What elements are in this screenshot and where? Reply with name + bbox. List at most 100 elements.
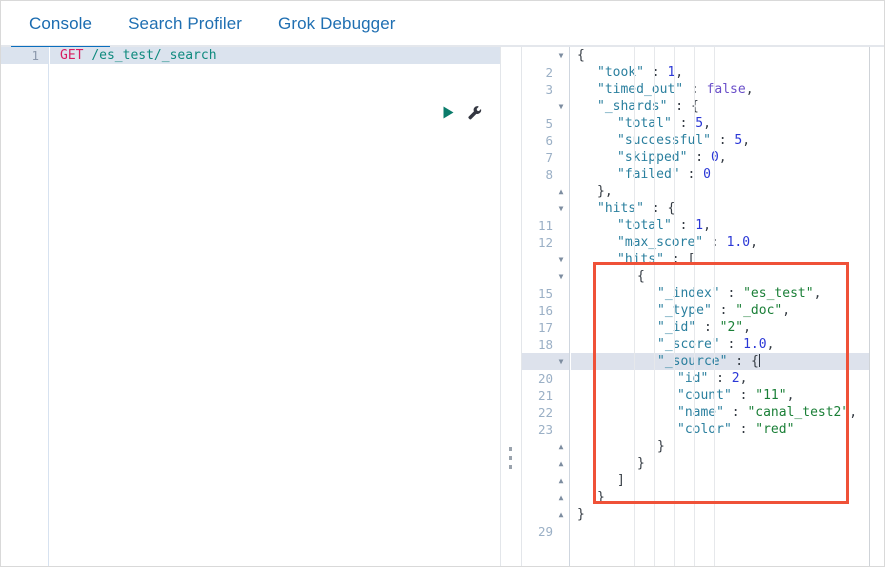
response-line[interactable]: "_index" : "es_test", — [571, 285, 884, 302]
response-line-number: ▼ — [522, 251, 569, 268]
json-value: { — [690, 99, 699, 114]
response-line[interactable]: "name" : "canal_test2", — [571, 404, 884, 421]
fold-up-icon[interactable]: ▲ — [556, 455, 566, 472]
response-line[interactable]: "max_score" : 1.0, — [571, 234, 884, 251]
response-line[interactable]: "id" : 2, — [571, 370, 884, 387]
json-key: "_id" — [657, 320, 697, 335]
json-comma: , — [675, 65, 684, 80]
response-scrollbar[interactable] — [870, 47, 884, 566]
response-line-number: 16 — [537, 303, 553, 318]
response-line[interactable]: "_shards" : { — [571, 98, 884, 115]
json-separator: : — [687, 150, 711, 165]
response-line-number: 17 — [537, 320, 553, 335]
fold-down-icon[interactable]: ▼ — [556, 268, 566, 285]
request-line-number: 1 — [1, 47, 48, 64]
request-editor-pane[interactable]: 1 GET /es_test/_search — [1, 47, 501, 566]
wrench-icon[interactable] — [467, 105, 482, 120]
http-method: GET — [60, 48, 84, 63]
request-path: /es_test/_search — [91, 48, 217, 63]
json-comma: , — [718, 150, 727, 165]
response-line[interactable]: }, — [571, 183, 884, 200]
response-line[interactable]: "successful" : 5, — [571, 132, 884, 149]
response-line-number: 3 — [545, 82, 553, 97]
json-key: "successful" — [617, 133, 711, 148]
json-comma: , — [742, 133, 751, 148]
fold-down-icon[interactable]: ▼ — [556, 47, 566, 64]
response-line[interactable]: { — [571, 47, 884, 64]
response-line[interactable]: "count" : "11", — [571, 387, 884, 404]
json-punctuation: { — [637, 269, 645, 284]
response-line[interactable]: "skipped" : 0, — [571, 149, 884, 166]
tab-bar: Console Search Profiler Grok Debugger — [1, 1, 884, 49]
response-line-number: ▼ — [522, 47, 569, 64]
fold-up-icon[interactable]: ▲ — [556, 183, 566, 200]
json-punctuation: ] — [617, 473, 625, 488]
response-code[interactable]: {"took" : 1, "timed_out" : false, "_shards… — [571, 47, 884, 566]
fold-up-icon[interactable]: ▲ — [556, 472, 566, 489]
response-line[interactable]: "hits" : [ — [571, 251, 884, 268]
json-separator: : — [679, 167, 704, 182]
response-line[interactable]: } — [571, 455, 884, 472]
play-icon[interactable] — [441, 105, 456, 120]
response-line[interactable]: ] — [571, 472, 884, 489]
response-line[interactable]: } — [571, 489, 884, 506]
json-value: "es_test" — [743, 286, 814, 301]
json-comma: , — [786, 388, 795, 403]
json-separator: : — [703, 235, 727, 250]
response-line[interactable]: "_score" : 1.0, — [571, 336, 884, 353]
drag-dot — [509, 447, 512, 451]
response-gutter[interactable]: ▼ 2 3 ▼ 5 6 7 8 ▲ ▼ 11 12 ▼ ▼ 15 16 17 18 ▼ 20 21 22 23 ▲ ▲ ▲ ▲ ▲ 29 — [522, 47, 570, 566]
json-comma: , — [750, 235, 758, 250]
response-line[interactable]: "_id" : "2", — [571, 319, 884, 336]
response-line[interactable]: "took" : 1, — [571, 64, 884, 81]
response-line[interactable]: } — [571, 438, 884, 455]
tab-grok-debugger[interactable]: Grok Debugger — [260, 1, 414, 47]
response-line-number: 8 — [545, 167, 553, 182]
tab-console[interactable]: Console — [11, 1, 111, 49]
json-punctuation: } — [597, 490, 605, 505]
response-line[interactable]: { — [571, 268, 884, 285]
response-line[interactable]: "_source" : { — [571, 353, 884, 370]
json-value: false — [706, 82, 746, 97]
request-code[interactable]: GET /es_test/_search — [50, 47, 501, 566]
fold-down-icon[interactable]: ▼ — [556, 353, 566, 370]
response-pane[interactable]: ▼ 2 3 ▼ 5 6 7 8 ▲ ▼ 11 12 ▼ ▼ 15 16 17 18 ▼ 20 21 22 23 ▲ ▲ ▲ ▲ ▲ 29… — [521, 47, 884, 566]
json-key: "failed" — [617, 167, 680, 182]
fold-up-icon[interactable]: ▲ — [556, 506, 566, 523]
json-separator: : — [731, 388, 756, 403]
fold-up-icon[interactable]: ▲ — [556, 489, 566, 506]
json-separator: : — [683, 82, 707, 97]
request-line[interactable]: GET /es_test/_search — [50, 47, 501, 64]
response-line[interactable]: } — [571, 506, 884, 523]
response-line[interactable]: "_type" : "_doc", — [571, 302, 884, 319]
response-line-number: 6 — [545, 133, 553, 148]
response-line[interactable]: "failed" : 0 — [571, 166, 884, 183]
response-line-number: 23 — [537, 422, 553, 437]
response-line[interactable]: "total" : 5, — [571, 115, 884, 132]
fold-down-icon[interactable]: ▼ — [556, 251, 566, 268]
tab-search-profiler[interactable]: Search Profiler — [110, 1, 260, 47]
json-key: "hits" — [597, 201, 644, 216]
response-line[interactable]: "color" : "red" — [571, 421, 884, 438]
response-line-number: ▼ — [522, 98, 569, 115]
json-separator: : — [723, 405, 748, 420]
json-comma: , — [766, 337, 775, 352]
response-line[interactable] — [571, 523, 884, 540]
fold-up-icon[interactable]: ▲ — [556, 438, 566, 455]
response-line[interactable]: "hits" : { — [571, 200, 884, 217]
response-editor[interactable]: ▼ 2 3 ▼ 5 6 7 8 ▲ ▼ 11 12 ▼ ▼ 15 16 17 18 ▼ 20 21 22 23 ▲ ▲ ▲ ▲ ▲ 29… — [522, 47, 884, 566]
request-editor[interactable]: 1 GET /es_test/_search — [1, 47, 501, 566]
editor-actions — [441, 105, 482, 120]
fold-down-icon[interactable]: ▼ — [556, 98, 566, 115]
response-line[interactable]: "total" : 1, — [571, 217, 884, 234]
json-separator: : — [711, 303, 736, 318]
fold-down-icon[interactable]: ▼ — [556, 200, 566, 217]
drag-handle-icon[interactable] — [508, 447, 513, 469]
response-line-number: 22 — [537, 405, 553, 420]
json-separator: : — [708, 371, 732, 386]
response-line[interactable]: "timed_out" : false, — [571, 81, 884, 98]
